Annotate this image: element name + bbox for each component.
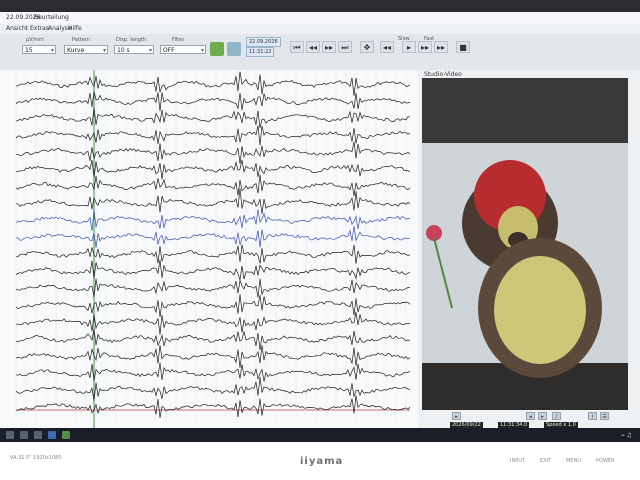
video-title: Studio-Video [424,71,462,78]
monitor-bezel-top [0,0,640,12]
rewind-icon[interactable]: ◂◂ [380,41,394,53]
prev-page-icon[interactable]: ◂◂ [306,41,320,53]
sensitivity-label: µV/mm [26,37,45,43]
sensitivity-select[interactable]: 15 [22,45,56,55]
record-time: 11:31:22 [246,47,275,57]
toolbar: µV/mm 15 Pattern Kurve Disp. length 10 s… [0,34,640,71]
eeg-channel-trace [15,376,411,401]
display-length-label: Disp. length [116,37,147,43]
search-icon[interactable] [20,431,28,439]
info-icon[interactable]: i [588,412,597,420]
input-button[interactable]: INPUT [510,458,525,464]
video-play-icon[interactable]: ▸ [452,412,461,420]
record-date: 22.09.2026 [246,37,281,47]
taskview-icon[interactable] [34,431,42,439]
screen: 22.09.2026 Beurteilung Ansicht Extras An… [0,12,640,430]
exit-button[interactable]: EXIT [540,458,551,464]
menu-ansicht[interactable]: Ansicht [6,25,28,32]
menu-button[interactable]: MENU [566,458,581,464]
eeg-channel-trace [15,107,411,128]
eeg-channel-trace [16,188,411,214]
eeg-channel-trace [15,141,411,164]
brand-logo: iiyama [300,456,344,467]
pattern-select[interactable]: Kurve [64,45,108,55]
window-title: Beurteilung [34,14,69,21]
eeg-channel-trace [15,91,411,112]
app-icon[interactable] [48,431,56,439]
start-icon[interactable] [6,431,14,439]
eeg-channel-trace [15,174,411,197]
eeg-channel-trace [15,345,411,368]
menu-bar: Ansicht Extras Analyse Hilfe [0,24,640,34]
eeg-channel-trace [15,328,411,351]
taskbar: ⌁ ♫ [0,428,640,442]
video-next-icon[interactable]: ▸ [538,412,547,420]
eeg-traces [15,70,411,430]
menu-extras[interactable]: Extras [30,25,49,32]
eeg-channel-trace [15,125,411,146]
power-button[interactable]: POWER [596,458,615,464]
video-panel: Studio-Video ▸ ◂ ▸ ♪ i ☰ 2026/09/22 11:3… [418,70,640,430]
monitor-bezel-bottom: VA 31.5" 1920x1080 iiyama INPUT EXIT MEN… [0,442,640,480]
stop-icon[interactable]: ■ [456,41,470,53]
eeg-channel-trace [15,209,411,231]
first-page-icon[interactable]: ⏮ [290,41,304,53]
energy-label: VA 31.5" 1920x1080 [10,455,62,461]
eeg-channel-trace [15,278,411,298]
eeg-channel-trace [15,294,411,318]
volume-icon[interactable]: ♪ [552,412,561,420]
fast-forward-icon[interactable]: ▸▸ [434,41,448,53]
filter-label: Filter [172,37,185,43]
eeg-channel-trace [15,395,411,418]
menu-hilfe[interactable]: Hilfe [68,25,82,32]
app-icon-2[interactable] [62,431,70,439]
next-page-icon[interactable]: ▸▸ [322,41,336,53]
eeg-channel-trace [15,159,411,180]
fast-play-icon[interactable]: ▸▸ [418,41,432,53]
eeg-channel-trace [15,362,411,382]
video-prev-icon[interactable]: ◂ [526,412,535,420]
eeg-channel-trace [16,311,411,335]
filter-select[interactable]: OFF [160,45,206,55]
tray-clock: ⌁ ♫ [621,432,632,439]
eeg-panel[interactable] [0,70,419,430]
eeg-channel-trace [15,71,411,96]
teddy-bear-image [422,78,628,410]
montage-icon[interactable] [210,42,224,56]
play-icon[interactable]: ▸ [402,41,416,53]
eeg-channel-trace [15,259,411,281]
camera-icon[interactable] [227,42,241,56]
video-controls: ▸ ◂ ▸ ♪ i ☰ 2026/09/22 11:31:34.0 Speed … [448,410,638,429]
last-page-icon[interactable]: ⏭ [338,41,352,53]
display-length-select[interactable]: 10 s [114,45,154,55]
expand-icon[interactable]: ✥ [360,41,374,53]
eeg-channel-trace [15,225,411,248]
eeg-channel-trace [15,244,411,264]
pattern-label: Pattern [72,37,90,43]
settings-icon[interactable]: ☰ [600,412,609,420]
video-frame[interactable] [422,78,628,410]
